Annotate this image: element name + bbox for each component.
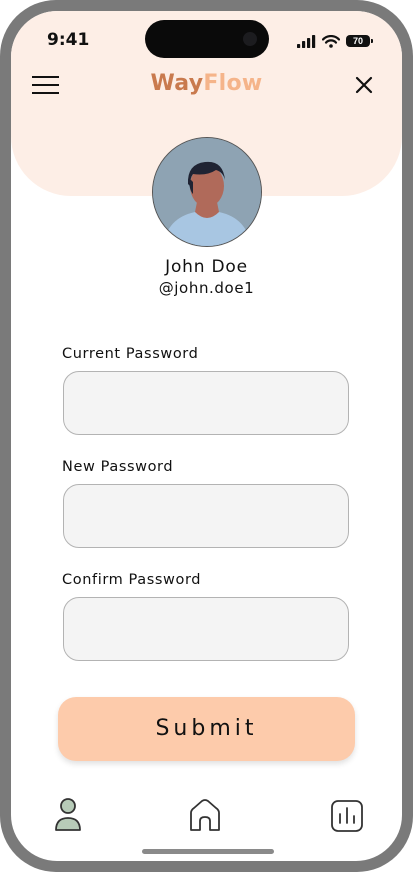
confirm-password-label: Confirm Password: [62, 572, 202, 588]
new-password-label: New Password: [62, 459, 174, 475]
home-icon: [190, 799, 220, 831]
battery-icon: 70: [346, 35, 373, 47]
avatar: [152, 137, 262, 247]
brand-logo: WayFlow: [11, 71, 402, 96]
user-handle: @john.doe1: [158, 279, 255, 297]
screen: 9:41 70 WayFlow John Doe @john.doe1 Curr…: [11, 11, 402, 861]
current-password-label: Current Password: [62, 346, 199, 362]
stats-icon: [331, 800, 363, 832]
wifi-icon: [322, 34, 340, 48]
cellular-signal-icon: [297, 34, 316, 48]
nav-profile[interactable]: [49, 796, 87, 836]
dynamic-island: [145, 20, 269, 58]
user-name: John Doe: [165, 257, 248, 277]
nav-home[interactable]: [186, 796, 224, 836]
close-button[interactable]: [354, 75, 374, 95]
current-password-field[interactable]: [63, 371, 349, 435]
brand-flow: Flow: [203, 71, 263, 96]
close-icon: [355, 76, 373, 94]
status-time: 9:41: [47, 30, 90, 50]
home-indicator: [142, 849, 274, 854]
user-avatar-illustration: [153, 138, 261, 246]
new-password-field[interactable]: [63, 484, 349, 548]
camera-icon: [243, 32, 257, 46]
profile-icon: [55, 798, 81, 831]
status-icons: 70: [297, 33, 373, 49]
confirm-password-field[interactable]: [63, 597, 349, 661]
submit-button[interactable]: Submit: [58, 697, 355, 761]
phone-frame: 9:41 70 WayFlow John Doe @john.doe1 Curr…: [0, 0, 413, 872]
brand-way: Way: [150, 71, 204, 96]
nav-stats[interactable]: [328, 796, 366, 836]
